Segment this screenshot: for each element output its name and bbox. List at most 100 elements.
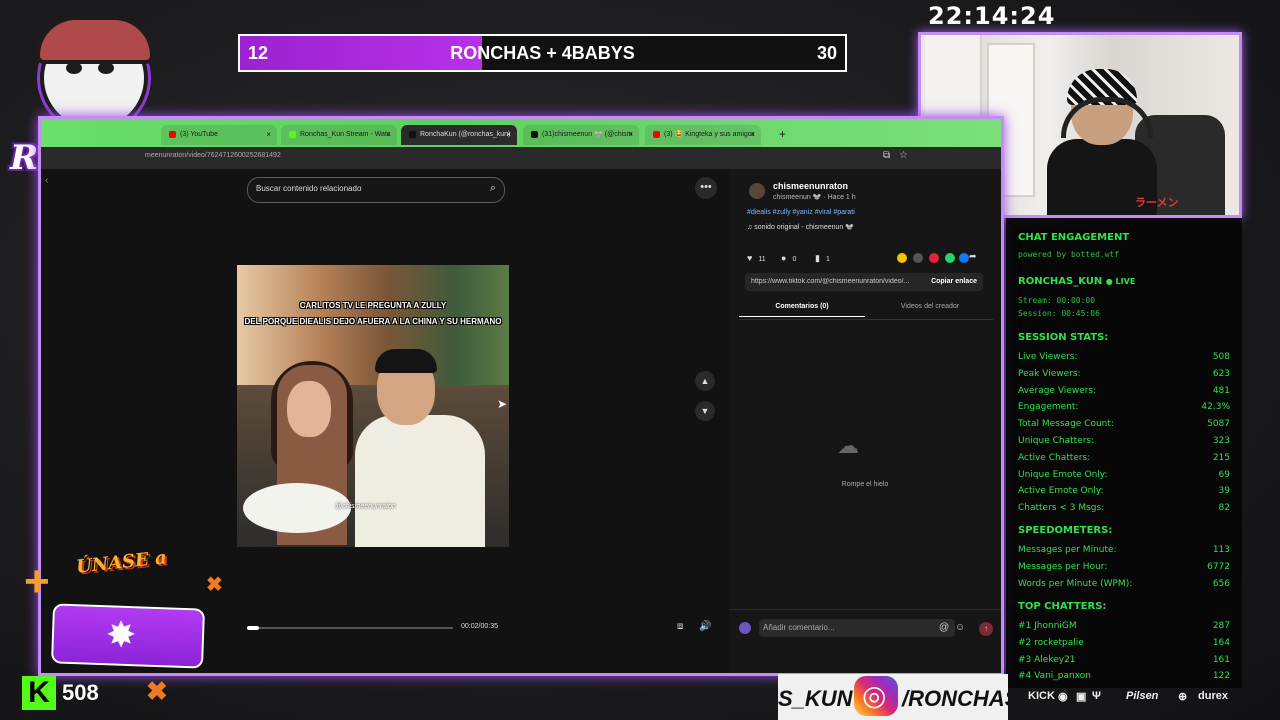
search-input[interactable]: Buscar contenido relacionado ⌕ [247, 177, 505, 203]
sponsor-pilsen: Pilsen [1126, 690, 1159, 702]
session-stat-row-label: Unique Emote Only: [1018, 469, 1108, 480]
save-button[interactable]: ▮ 1 [815, 253, 830, 264]
send-comment-button[interactable]: ↑ [979, 622, 993, 636]
video-caption-line1: CARLITOS TV LE PREGUNTA A ZULLY [299, 301, 447, 310]
kick-icon [289, 130, 296, 138]
session-stat-row: Chatters < 3 Msgs: 82 [1018, 503, 1230, 513]
browser-tab[interactable]: (31)chismeenun 🐭 (@chism... × [523, 125, 639, 145]
close-tab-icon[interactable]: × [386, 125, 391, 145]
social-banner: S_KUN ◎ /RONCHAS [778, 674, 1008, 720]
score-bar: RONCHAS + 4BABYS 12 30 [238, 34, 847, 72]
score-right: 30 [816, 43, 837, 63]
close-tab-icon[interactable]: × [628, 125, 633, 145]
tab-creator-videos[interactable]: Videos del creador [867, 303, 993, 310]
comment-bar: Añadir comentario... @ ☺ ↑ [729, 609, 1001, 650]
video-player[interactable]: CARLITOS TV LE PREGUNTA A ZULLY DEL PORQ… [237, 265, 509, 547]
session-stat-row: Total Message Count: 5087 [1018, 419, 1230, 429]
video-progress-bar[interactable] [247, 626, 453, 630]
previous-video-button[interactable]: ▲ [695, 371, 715, 391]
top-chatter-row: #2 rocketpalie 164 [1018, 638, 1230, 648]
stats-session-time: Session: 00:45:06 [1018, 309, 1100, 318]
close-tab-icon[interactable]: × [750, 125, 755, 145]
creator-avatar[interactable] [749, 183, 765, 199]
next-video-button[interactable]: ▼ [695, 401, 715, 421]
session-stat-row-label: Engagement: [1018, 402, 1079, 413]
logo-eye-right [98, 62, 114, 74]
session-stat-row-value: 215 [1212, 452, 1230, 463]
volume-icon[interactable]: 🔊 [699, 621, 711, 632]
browser-tab-strip: (3) YouTube×Ronchas_Kun Stream - Watch L… [41, 119, 1001, 147]
speedometer-row-label: Messages per Hour: [1018, 561, 1108, 572]
video-hashtags[interactable]: #diealis #zully #yaniz #viral #parati [747, 209, 855, 216]
video-watermark: @chismeenunraton [335, 503, 396, 510]
creator-username[interactable]: chismeenunraton [773, 181, 848, 191]
heart-icon: ♥ [747, 253, 753, 263]
session-stat-row-label: Unique Chatters: [1018, 436, 1095, 446]
comment-input[interactable]: Añadir comentario... [759, 619, 955, 637]
share-arrow-icon[interactable]: ➦ [969, 251, 977, 262]
like-button[interactable]: ♥ 11 [747, 253, 766, 263]
session-stat-row-value: 481 [1212, 385, 1230, 396]
decorative-x-icon: ✖ [146, 676, 168, 706]
score-left: 12 [248, 43, 269, 63]
video-time: 00:02/00:35 [461, 623, 498, 630]
address-url[interactable]: meenunraton/video/7624712600252681492 [145, 152, 281, 159]
mention-icon[interactable]: @ [939, 622, 949, 633]
speedometer-row: Words per Minute (WPM): 656 [1018, 579, 1230, 589]
session-stat-row: Active Chatters: 215 [1018, 453, 1230, 463]
session-stat-row-label: Peak Viewers: [1018, 368, 1081, 379]
video-sound[interactable]: ♫ sonido original - chismeenun 🐭 [747, 223, 854, 231]
chat-engagement-panel: CHAT ENGAGEMENT powered by botted.wtf RO… [1006, 218, 1242, 688]
more-options-button[interactable]: ••• [695, 177, 717, 199]
session-stat-row: Average Viewers: 481 [1018, 386, 1230, 396]
speedometer-row: Messages per Hour: 6772 [1018, 562, 1230, 572]
close-tab-icon[interactable]: × [266, 125, 271, 145]
comment-button[interactable]: ● 0 [781, 253, 796, 263]
new-tab-button[interactable]: + [779, 127, 786, 141]
bookmark-star-icon[interactable]: ☆ [899, 150, 908, 161]
stats-channel: RONCHAS_KUN ● LIVE [1018, 276, 1135, 287]
starburst-icon: ✸ [106, 614, 137, 655]
picture-in-picture-icon[interactable]: ⧈ [677, 621, 683, 632]
address-bar[interactable]: meenunraton/video/7624712600252681492 ⧉ … [41, 147, 1001, 169]
search-icon[interactable]: ⌕ [490, 182, 496, 195]
browser-tab[interactable]: RonchaKun (@ronchas_kun) |... × [401, 125, 517, 145]
top-chatter-row-label: #4 Vani_panxon [1018, 671, 1091, 682]
session-stat-row-value: 69 [1218, 469, 1230, 480]
clock: 22:14:24 [928, 2, 1056, 30]
sponsor-durex: durex [1198, 690, 1228, 702]
speedometer-row-label: Messages per Minute: [1018, 545, 1117, 555]
video-link-box[interactable]: https://www.tiktok.com/@chismeenunraton/… [745, 273, 983, 291]
session-stat-row-label: Average Viewers: [1018, 385, 1097, 396]
copy-link-button[interactable]: Copiar enlace [931, 278, 977, 285]
stats-powered-by: powered by botted.wtf [1018, 250, 1120, 259]
browser-tab[interactable]: (3) 😂 Kingteka y sus amigos s...× [645, 125, 761, 145]
share-whatsapp-icon[interactable] [945, 253, 955, 263]
share-facebook-icon[interactable] [959, 253, 969, 263]
back-chevron-icon[interactable]: ‹ [45, 175, 48, 186]
browser-tab[interactable]: Ronchas_Kun Stream - Watch L...× [281, 125, 397, 145]
share-embed-icon[interactable] [913, 253, 923, 263]
share-promote-icon[interactable] [897, 253, 907, 263]
score-bar-title: RONCHAS + 4BABYS [450, 43, 635, 63]
top-chatters-title: TOP CHATTERS: [1018, 601, 1107, 612]
emoji-icon[interactable]: ☺ [955, 622, 965, 633]
speedometer-row: Messages per Minute: 113 [1018, 545, 1230, 555]
youtube-icon [653, 130, 660, 138]
search-placeholder: Buscar contenido relacionado [256, 184, 362, 193]
share-send-icon[interactable] [929, 253, 939, 263]
tab-comments[interactable]: Comentarios (0) [739, 303, 865, 317]
top-chatter-row: #1 JhonniGM 287 [1018, 621, 1230, 631]
youtube-icon [169, 130, 176, 138]
close-tab-icon[interactable]: × [506, 125, 511, 145]
browser-tab-label: RonchaKun (@ronchas_kun) |... [420, 131, 510, 138]
shirt-text: ラーメン [1135, 197, 1179, 209]
instagram-icon: ◎ [862, 680, 887, 711]
top-chatter-row: #4 Vani_panxon 122 [1018, 671, 1230, 681]
top-chatter-row-label: #3 Alekey21 [1018, 654, 1076, 665]
session-stats-title: SESSION STATS: [1018, 332, 1109, 343]
sound-label: sonido original - chismeenun 🐭 [754, 224, 854, 231]
extension-icon[interactable]: ⧉ [883, 150, 890, 161]
stats-stream-time: Stream: 00:00:00 [1018, 296, 1096, 305]
browser-tab[interactable]: (3) YouTube × [161, 125, 277, 145]
